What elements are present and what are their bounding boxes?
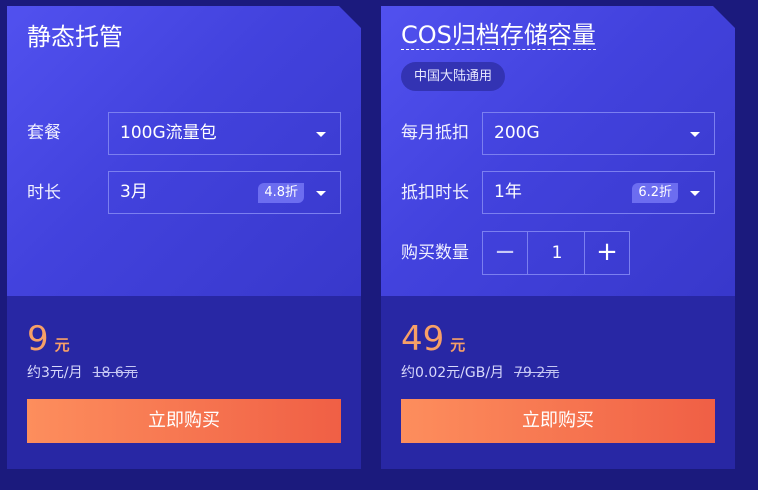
minus-icon[interactable]: − [483,232,528,274]
package-select-value: 100G流量包 [120,123,217,143]
buy-now-button[interactable]: 立即购买 [401,399,715,443]
package-select[interactable]: 100G流量包 [108,112,341,155]
card-corner-notch [339,6,361,28]
price-unit: 元 [54,336,70,354]
card-title[interactable]: COS归档存储容量 [401,21,596,50]
quantity-input[interactable]: 1 [528,232,586,274]
plus-icon[interactable]: + [584,232,629,274]
chevron-down-icon [316,132,326,137]
cos-archive-storage-card: COS归档存储容量 中国大陆通用 每月抵扣 200G 抵扣时长 1年 6.2折 … [381,6,735,469]
original-price: 18.6元 [92,365,138,381]
duration-select-value: 3月 [120,182,148,202]
card-title: 静态托管 [27,23,123,51]
static-hosting-card: 静态托管 套餐 100G流量包 时长 3月 4.8折 9元 约3元/月 18.6元… [7,6,361,469]
discount-badge: 4.8折 [258,183,304,203]
price: 9元 [27,319,70,359]
duration-select[interactable]: 3月 4.8折 [108,171,341,214]
monthly-deduction-value: 200G [494,123,540,143]
monthly-deduction-select[interactable]: 200G [482,112,715,155]
deduction-duration-label: 抵扣时长 [401,183,469,203]
monthly-deduction-label: 每月抵扣 [401,123,469,143]
deduction-duration-value: 1年 [494,182,522,202]
price: 49 元 [401,319,465,359]
unit-price-line: 约0.02元/GB/月 79.2元 [401,364,559,382]
unit-price: 约3元/月 [27,365,83,381]
price-value: 49 [401,319,445,359]
unit-price: 约0.02元/GB/月 [401,365,505,381]
unit-price-line: 约3元/月 18.6元 [27,364,138,382]
discount-badge: 6.2折 [632,183,678,203]
duration-label: 时长 [27,183,61,203]
quantity-label: 购买数量 [401,243,469,263]
price-unit: 元 [450,336,466,354]
chevron-down-icon [690,191,700,196]
price-value: 9 [27,319,49,359]
chevron-down-icon [690,132,700,137]
quantity-stepper: − 1 + [482,231,630,275]
region-tag: 中国大陆通用 [401,62,506,91]
package-label: 套餐 [27,123,61,143]
original-price: 79.2元 [514,365,560,381]
buy-now-button[interactable]: 立即购买 [27,399,341,443]
deduction-duration-select[interactable]: 1年 6.2折 [482,171,715,214]
card-corner-notch [713,6,735,28]
chevron-down-icon [316,191,326,196]
